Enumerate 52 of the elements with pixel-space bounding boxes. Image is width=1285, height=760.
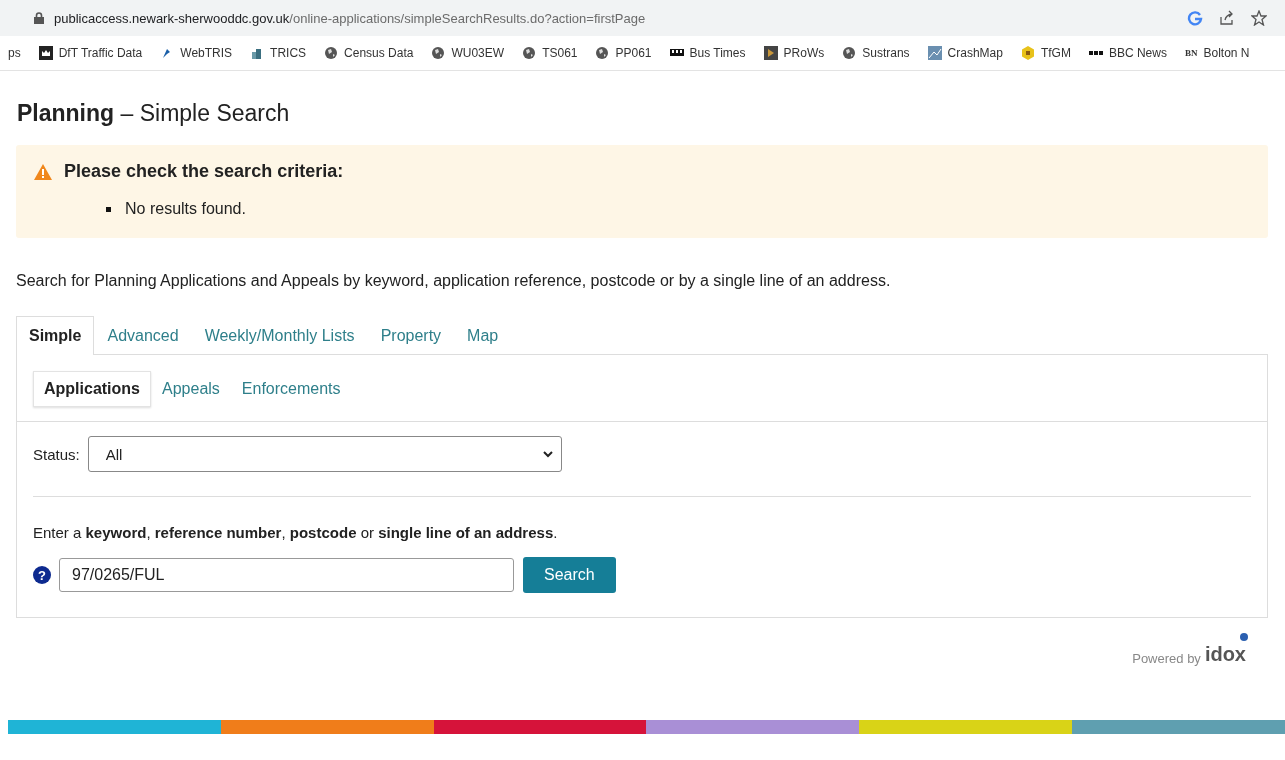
bookmark[interactable]: ps [8, 46, 21, 60]
tab[interactable]: Weekly/Monthly Lists [191, 316, 368, 355]
tab[interactable]: Simple [16, 316, 95, 355]
globe-icon [324, 46, 339, 60]
sub-tab[interactable]: Applications [33, 371, 151, 407]
chart-icon [927, 46, 942, 60]
status-dropdown[interactable]: All [87, 436, 562, 472]
bookmark[interactable]: TfGM [1040, 46, 1071, 60]
tab[interactable]: Advanced [94, 316, 192, 355]
tab[interactable]: Map [454, 316, 512, 355]
intro-text: Search for Planning Applications and Appeals by keyword, application reference, postcode or by a single line of an address. [16, 272, 892, 290]
bookmark[interactable]: Census Data [344, 46, 414, 60]
alert-heading: Please check the search criteria: [64, 161, 344, 182]
globe-icon [595, 46, 610, 60]
bookmark[interactable]: Bus Times [689, 46, 746, 60]
status-label: Status: [33, 445, 80, 463]
warning-icon [34, 163, 52, 180]
sub-tab[interactable]: Enforcements [230, 371, 352, 407]
bookmark[interactable]: PRoWs [783, 46, 825, 60]
chevron-down-icon [542, 450, 553, 458]
star-icon[interactable] [1251, 10, 1267, 26]
globe-icon [431, 46, 446, 60]
bookmark-icon-text: BN [1184, 48, 1198, 58]
bullet-icon [106, 206, 111, 212]
search-field[interactable]: 97/0265/FUL [59, 558, 514, 592]
bookmark[interactable]: Sustrans [862, 46, 910, 60]
alert-message: No results found. [125, 200, 246, 218]
globe-icon [522, 46, 537, 60]
bookmark[interactable]: CrashMap [947, 46, 1003, 60]
google-icon[interactable] [1187, 10, 1203, 26]
square-icon [763, 46, 778, 60]
idox-logo[interactable]: idox [1204, 633, 1248, 666]
bookmark[interactable]: TRICS [270, 46, 307, 60]
bookmark[interactable]: WebTRIS [180, 46, 233, 60]
globe-icon [842, 46, 857, 60]
hexagon-icon [1020, 46, 1035, 60]
bookmark[interactable]: PP061 [615, 46, 652, 60]
bookmark[interactable]: BBC News [1108, 46, 1167, 60]
bookmark[interactable]: TS061 [542, 46, 578, 60]
tab[interactable]: Property [367, 316, 455, 355]
powered-by-text: Powered by [1132, 651, 1201, 666]
crown-icon [38, 46, 53, 60]
search-button[interactable]: Search [523, 557, 616, 593]
search-hint: Enter a keyword, reference number, postcode or single line of an address. [32, 523, 559, 543]
help-icon[interactable]: ? [33, 566, 51, 584]
share-icon[interactable] [1219, 10, 1235, 26]
bookmark[interactable]: DfT Traffic Data [58, 46, 143, 60]
lock-icon [34, 12, 44, 24]
bookmark[interactable]: Bolton N [1203, 46, 1250, 60]
sub-tab[interactable]: Appeals [151, 371, 231, 407]
page-title: Planning – Simple Search [17, 100, 291, 127]
bookmark[interactable]: WU03EW [451, 46, 505, 60]
